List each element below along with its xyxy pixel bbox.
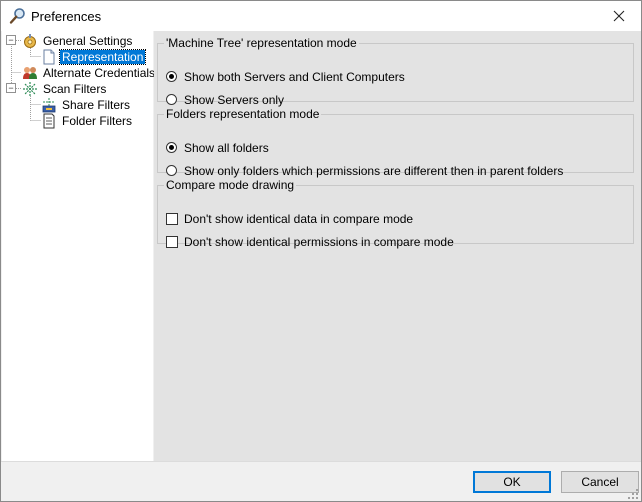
tree-item-label: Scan Filters: [43, 82, 107, 96]
group-title: Compare mode drawing: [166, 178, 295, 192]
ok-button[interactable]: OK: [473, 471, 551, 493]
folder-filter-icon: [43, 113, 55, 129]
compare-mode-group: Compare mode drawing Don't show identica…: [157, 178, 634, 249]
close-icon: [613, 10, 625, 22]
option-label: Show only folders which permissions are …: [184, 164, 564, 178]
tree-item-label: General Settings: [43, 34, 133, 48]
option-label: Show both Servers and Client Computers: [184, 70, 405, 84]
radio-button[interactable]: [166, 142, 177, 153]
option-label: Show all folders: [184, 141, 269, 155]
option-label: Show Servers only: [184, 93, 285, 107]
tree-item-label: Share Filters: [62, 98, 131, 112]
tree-item-label: Alternate Credentials: [43, 66, 156, 80]
checkbox[interactable]: [166, 236, 178, 248]
preferences-window: Preferences − − General Settings Represe…: [0, 0, 642, 502]
option-label: Don't show identical permissions in comp…: [184, 235, 454, 249]
settings-content-panel: 'Machine Tree' representation mode Show …: [154, 31, 641, 461]
tree-collapse-toggle-scan[interactable]: −: [6, 83, 16, 93]
resize-grip-icon[interactable]: [627, 488, 639, 500]
users-icon: [23, 67, 37, 79]
option-label: Don't show identical data in compare mod…: [184, 212, 414, 226]
magnifier-icon: [9, 8, 25, 24]
folders-mode-group: Folders representation mode Show all fol…: [157, 107, 634, 178]
share-filter-icon: [42, 98, 56, 113]
radio-button[interactable]: [166, 165, 177, 176]
settings-tree[interactable]: − − General Settings Representation Alte…: [2, 31, 155, 461]
dialog-footer: OK Cancel: [1, 461, 641, 501]
radio-button[interactable]: [166, 71, 177, 82]
radio-button[interactable]: [166, 94, 177, 105]
settings-gear-icon: [24, 34, 36, 48]
window-title: Preferences: [31, 9, 102, 24]
checkbox[interactable]: [166, 213, 178, 225]
group-title: Folders representation mode: [166, 107, 320, 121]
tree-item-label: Folder Filters: [62, 114, 133, 128]
close-button[interactable]: [597, 1, 641, 31]
machine-tree-mode-group: 'Machine Tree' representation mode Show …: [157, 36, 634, 107]
group-title: 'Machine Tree' representation mode: [166, 36, 357, 50]
document-icon: [43, 49, 55, 65]
tree-item-label: Representation: [58, 49, 147, 65]
filter-network-icon: [23, 82, 37, 96]
tree-collapse-toggle-general[interactable]: −: [6, 35, 16, 45]
title-bar: Preferences: [1, 1, 641, 31]
